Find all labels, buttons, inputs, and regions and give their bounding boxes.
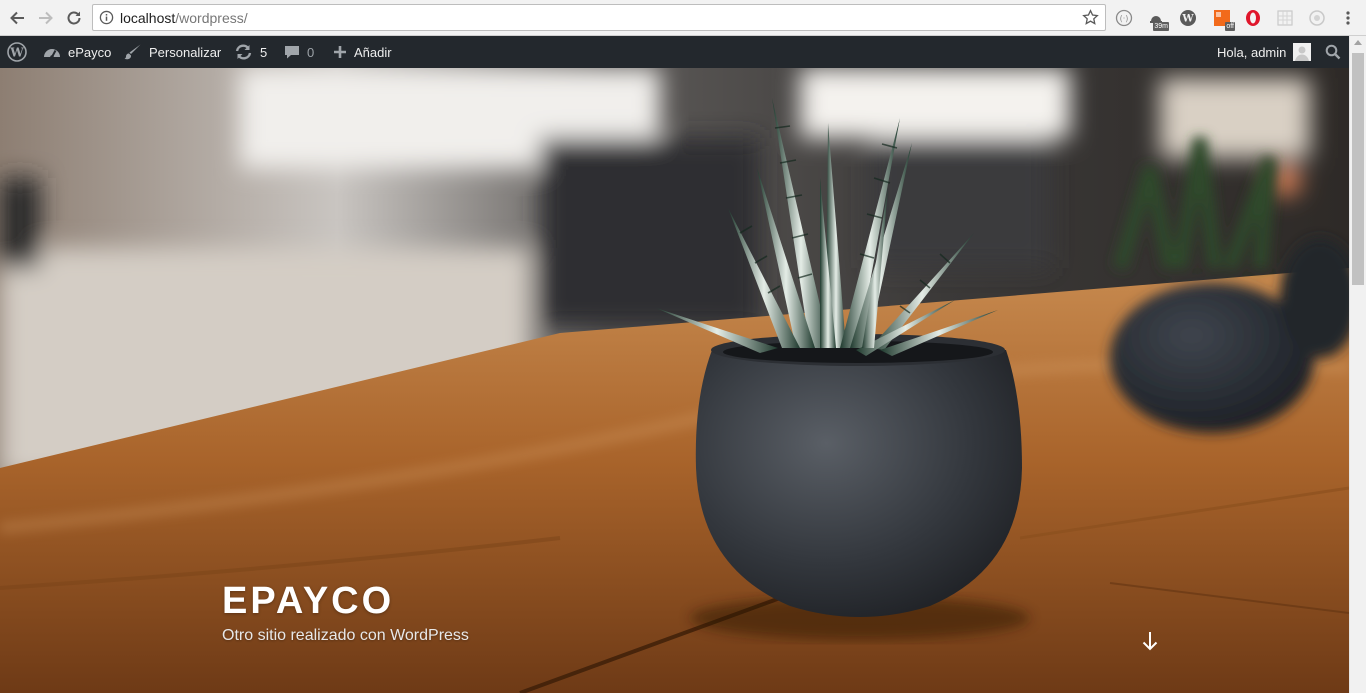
admin-search-button[interactable]: [1325, 36, 1341, 68]
header-image: [0, 68, 1349, 693]
scrollbar-thumb[interactable]: [1352, 53, 1364, 285]
opera-icon[interactable]: [1243, 8, 1262, 27]
url-text: localhost/wordpress/: [120, 10, 248, 26]
svg-text:W: W: [1181, 13, 1194, 24]
greeting-label: Hola, admin: [1217, 44, 1287, 60]
back-button[interactable]: [6, 7, 28, 29]
back-arrow-icon: [10, 11, 24, 25]
wordpress-extension-icon[interactable]: W: [1178, 8, 1197, 27]
site-name-menu[interactable]: ePayco: [43, 36, 111, 68]
info-icon[interactable]: [99, 10, 114, 25]
grid-extension-icon[interactable]: [1275, 8, 1294, 27]
url-path: /wordpress/: [175, 10, 248, 26]
svg-text:W: W: [9, 46, 24, 60]
address-bar[interactable]: localhost/wordpress/: [92, 4, 1106, 31]
timer-badge: 39m: [1153, 22, 1169, 31]
reader-icon[interactable]: (·): [1114, 8, 1133, 27]
custom-header: EPAYCO Otro sitio realizado con WordPres…: [0, 68, 1349, 693]
browser-toolbar: localhost/wordpress/ (·) 39m W off: [0, 0, 1366, 36]
wp-logo-menu[interactable]: W: [7, 36, 27, 68]
comments-link[interactable]: 0: [284, 36, 314, 68]
timer-extension-icon[interactable]: 39m: [1146, 8, 1169, 31]
bookmark-star-icon[interactable]: [1082, 9, 1099, 26]
updates-refresh-icon: [235, 44, 252, 60]
browser-menu-button[interactable]: [1338, 8, 1357, 27]
page-scrollbar[interactable]: [1349, 36, 1366, 693]
scroll-up-icon[interactable]: [1354, 40, 1362, 45]
updates-count: 5: [260, 44, 268, 60]
scroll-down-arrow-icon[interactable]: [1140, 630, 1160, 652]
svg-text:(·): (·): [1119, 14, 1128, 23]
site-title[interactable]: EPAYCO: [222, 580, 394, 623]
wordpress-logo-icon: W: [7, 42, 27, 62]
reload-button[interactable]: [63, 7, 85, 29]
privacy-extension-icon[interactable]: [1307, 8, 1326, 27]
dashboard-gauge-icon: [44, 49, 60, 59]
wp-admin-bar: W ePayco Personalizar 5 0 Añadir Hola, a…: [0, 36, 1366, 68]
search-icon: [1325, 44, 1341, 60]
customize-link[interactable]: Personalizar: [124, 36, 221, 68]
new-content-menu[interactable]: Añadir: [333, 36, 392, 68]
paintbrush-icon: [124, 44, 141, 60]
reload-icon: [67, 11, 81, 25]
url-host: localhost: [120, 10, 176, 26]
add-new-label: Añadir: [354, 44, 392, 60]
site-description: Otro sitio realizado con WordPress: [222, 627, 469, 644]
avatar: [1293, 43, 1312, 61]
plus-icon: [334, 46, 346, 58]
site-name-label: ePayco: [68, 44, 112, 60]
comments-count: 0: [307, 44, 315, 60]
mixed-content-extension-icon[interactable]: off: [1212, 8, 1235, 31]
forward-button[interactable]: [35, 7, 57, 29]
mixed-content-badge: off: [1225, 22, 1235, 31]
comment-bubble-icon: [285, 46, 299, 59]
my-account-menu[interactable]: Hola, admin: [1217, 36, 1312, 68]
customize-label: Personalizar: [149, 44, 222, 60]
forward-arrow-icon: [39, 11, 53, 25]
updates-link[interactable]: 5: [234, 36, 267, 68]
kebab-menu-icon: [1345, 10, 1350, 25]
